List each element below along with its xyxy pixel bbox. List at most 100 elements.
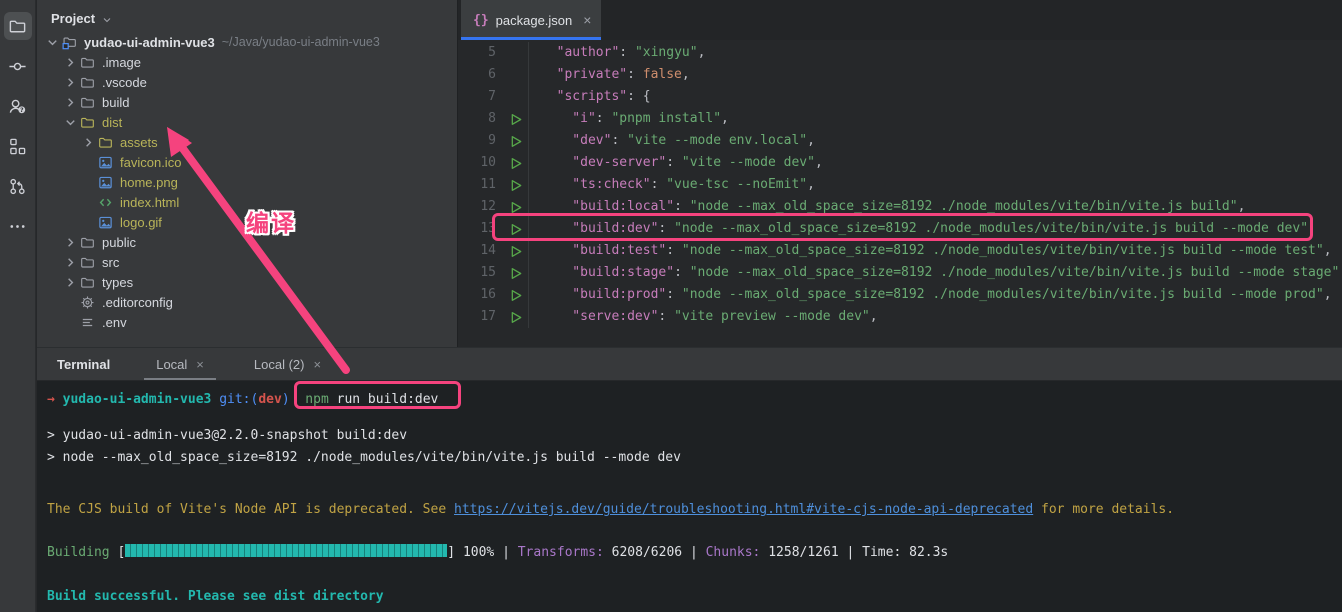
- project-panel-header[interactable]: Project: [37, 0, 457, 32]
- tree-item-editorconfig[interactable]: .editorconfig: [37, 292, 457, 312]
- folder-icon: [80, 274, 98, 290]
- build-progress-bar: [125, 544, 447, 557]
- ide-window: Project yudao-ui-admin-vue3 ~/Java/yudao…: [0, 0, 1342, 612]
- code-line[interactable]: 11 "ts:check": "vue-tsc --noEmit",: [458, 174, 1342, 196]
- tree-item-root[interactable]: yudao-ui-admin-vue3 ~/Java/yudao-ui-admi…: [37, 32, 457, 52]
- terminal-progress-line: Building [] 100% | Transforms: 6208/6206…: [47, 542, 948, 564]
- code-line-build-dev[interactable]: 13 "build:dev": "node --max_old_space_si…: [458, 218, 1342, 240]
- image-file-icon: [98, 174, 116, 190]
- run-script-icon[interactable]: [504, 174, 528, 196]
- chevron-right-icon[interactable]: [63, 54, 80, 70]
- pull-requests-tool-icon[interactable]: [4, 92, 32, 120]
- html-file-icon: [98, 194, 116, 210]
- troubleshooting-link[interactable]: https://vitejs.dev/guide/troubleshooting…: [454, 502, 1033, 517]
- project-root-icon: [62, 34, 80, 50]
- tree-item-public[interactable]: public: [37, 232, 457, 252]
- chevron-right-icon[interactable]: [63, 234, 80, 250]
- gear-icon: [80, 294, 98, 310]
- chevron-down-icon[interactable]: [63, 114, 80, 130]
- project-panel: Project yudao-ui-admin-vue3 ~/Java/yudao…: [37, 0, 457, 347]
- chevron-down-icon[interactable]: [45, 34, 62, 50]
- run-script-icon[interactable]: [504, 218, 528, 240]
- code-line[interactable]: 15 "build:stage": "node --max_old_space_…: [458, 262, 1342, 284]
- terminal-command-args: run build:dev: [329, 392, 439, 407]
- chevron-right-icon[interactable]: [81, 134, 98, 150]
- run-script-icon[interactable]: [504, 262, 528, 284]
- code-line[interactable]: 5 "author": "xingyu",: [458, 42, 1342, 64]
- close-icon[interactable]: ×: [313, 357, 321, 372]
- folder-icon: [80, 74, 98, 90]
- terminal-success-line: Build successful. Please see dist direct…: [47, 586, 384, 608]
- tree-item-assets[interactable]: assets: [37, 132, 457, 152]
- tree-item-image[interactable]: .image: [37, 52, 457, 72]
- tree-item-favicon[interactable]: favicon.ico: [37, 152, 457, 172]
- tree-item-dist[interactable]: dist: [37, 112, 457, 132]
- editor-area: {} package.json × 5 "author": "xingyu", …: [457, 0, 1342, 347]
- chevron-right-icon[interactable]: [63, 274, 80, 290]
- code-line[interactable]: 6 "private": false,: [458, 64, 1342, 86]
- terminal-panel: Terminal Local × Local (2) × → yudao-ui-…: [37, 347, 1342, 612]
- code-line[interactable]: 17 "serve:dev": "vite preview --mode dev…: [458, 306, 1342, 328]
- image-file-icon: [98, 214, 116, 230]
- tree-item-vscode[interactable]: .vscode: [37, 72, 457, 92]
- run-script-icon[interactable]: [504, 152, 528, 174]
- run-script-icon[interactable]: [504, 284, 528, 306]
- code-line[interactable]: 8 "i": "pnpm install",: [458, 108, 1342, 130]
- commit-tool-icon[interactable]: [4, 52, 32, 80]
- terminal-tab-local-2[interactable]: Local (2) ×: [250, 348, 325, 380]
- folder-icon: [80, 54, 98, 70]
- code-line[interactable]: 7 "scripts": {: [458, 86, 1342, 108]
- tree-item-index-html[interactable]: index.html: [37, 192, 457, 212]
- terminal-prompt[interactable]: → yudao-ui-admin-vue3 git:(dev) npm run …: [47, 389, 438, 411]
- project-tool-icon[interactable]: [4, 12, 32, 40]
- terminal-header: Terminal Local × Local (2) ×: [37, 348, 1342, 381]
- terminal-output-line: > node --max_old_space_size=8192 ./node_…: [47, 447, 681, 469]
- chevron-down-icon: [101, 14, 113, 26]
- tree-item-build[interactable]: build: [37, 92, 457, 112]
- terminal-output-line: > yudao-ui-admin-vue3@2.2.0-snapshot bui…: [47, 425, 407, 447]
- close-icon[interactable]: ×: [196, 357, 204, 372]
- folder-icon: [80, 94, 98, 110]
- version-control-tool-icon[interactable]: [4, 172, 32, 200]
- editor-tab-bar: {} package.json ×: [458, 0, 1342, 40]
- json-file-icon: {}: [473, 13, 489, 28]
- code-line[interactable]: 12 "build:local": "node --max_old_space_…: [458, 196, 1342, 218]
- project-root-path: ~/Java/yudao-ui-admin-vue3: [215, 35, 380, 49]
- run-script-icon[interactable]: [504, 240, 528, 262]
- run-script-icon[interactable]: [504, 108, 528, 130]
- run-script-icon[interactable]: [504, 130, 528, 152]
- terminal-deprecation-line: The CJS build of Vite's Node API is depr…: [47, 499, 1174, 521]
- tree-item-env[interactable]: .env: [37, 312, 457, 332]
- code-line[interactable]: 9 "dev": "vite --mode env.local",: [458, 130, 1342, 152]
- run-script-icon[interactable]: [504, 196, 528, 218]
- tree-item-types[interactable]: types: [37, 272, 457, 292]
- tree-item-home-png[interactable]: home.png: [37, 172, 457, 192]
- activity-bar: [0, 0, 36, 612]
- terminal-output[interactable]: → yudao-ui-admin-vue3 git:(dev) npm run …: [37, 381, 1342, 612]
- chevron-right-icon[interactable]: [63, 94, 80, 110]
- text-file-icon: [80, 314, 98, 330]
- project-tree: yudao-ui-admin-vue3 ~/Java/yudao-ui-admi…: [37, 32, 457, 332]
- code-line[interactable]: 16 "build:prod": "node --max_old_space_s…: [458, 284, 1342, 306]
- image-file-icon: [98, 154, 116, 170]
- run-script-icon[interactable]: [504, 306, 528, 328]
- more-tools-icon[interactable]: [4, 212, 32, 240]
- folder-icon: [80, 234, 98, 250]
- tree-item-src[interactable]: src: [37, 252, 457, 272]
- project-panel-title: Project: [51, 11, 95, 26]
- folder-icon: [80, 254, 98, 270]
- tree-item-logo-gif[interactable]: logo.gif: [37, 212, 457, 232]
- structure-tool-icon[interactable]: [4, 132, 32, 160]
- chevron-right-icon[interactable]: [63, 254, 80, 270]
- terminal-tab-local[interactable]: Local ×: [152, 348, 208, 380]
- folder-icon: [98, 134, 116, 150]
- editor-tab-package-json[interactable]: {} package.json ×: [461, 0, 601, 40]
- folder-icon: [80, 114, 98, 130]
- code-line[interactable]: 14 "build:test": "node --max_old_space_s…: [458, 240, 1342, 262]
- terminal-command-npm: npm: [297, 392, 328, 407]
- close-icon[interactable]: ×: [579, 12, 591, 28]
- code-line[interactable]: 10 "dev-server": "vite --mode dev",: [458, 152, 1342, 174]
- code-editor[interactable]: 5 "author": "xingyu", 6 "private": false…: [458, 40, 1342, 347]
- terminal-title: Terminal: [57, 357, 110, 372]
- chevron-right-icon[interactable]: [63, 74, 80, 90]
